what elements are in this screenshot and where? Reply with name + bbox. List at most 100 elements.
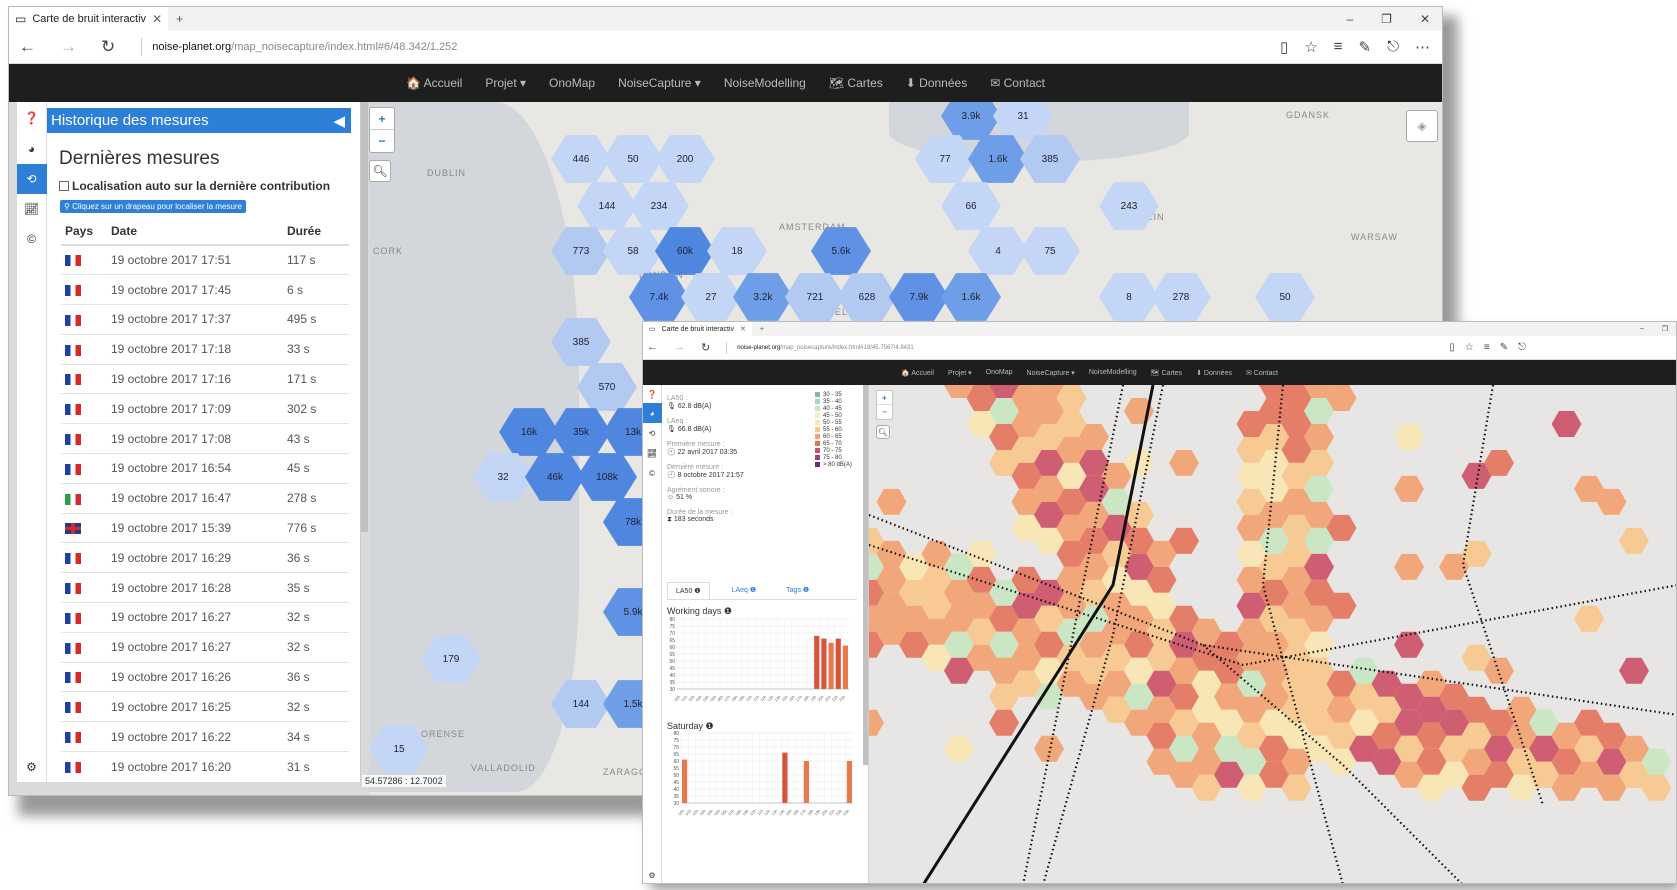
back-icon[interactable]: ←	[19, 37, 36, 57]
share-icon[interactable]: ⎋	[1387, 38, 1399, 56]
share-icon-2[interactable]: ⎋	[1518, 342, 1526, 353]
history-tab-icon[interactable]: ⟲	[16, 164, 47, 194]
zoom-in-button-2[interactable]: +	[876, 391, 893, 405]
table-row[interactable]: 19 octobre 2017 17:08 43 s	[61, 423, 349, 454]
chart-tab-0[interactable]: LA50 ❶	[667, 582, 710, 599]
nav-item-0[interactable]: 🏠 Accueil	[406, 76, 462, 90]
auto-locate-checkbox[interactable]	[59, 181, 69, 191]
url-field-2[interactable]: noise-planet.org/map_noisecapture/index.…	[726, 341, 914, 354]
back-icon-2[interactable]: ←	[647, 341, 658, 354]
forward-icon[interactable]: →	[60, 37, 77, 57]
reading-view-icon[interactable]: ▯	[1280, 38, 1288, 56]
flag-fr-icon[interactable]	[65, 553, 81, 565]
flag-fr-icon[interactable]	[65, 344, 81, 356]
copyright-tab-icon[interactable]: ©	[17, 224, 47, 254]
flag-fr-icon[interactable]	[65, 672, 81, 684]
table-row[interactable]: 19 octobre 2017 16:47 278 s	[61, 482, 349, 514]
close-tab-icon-2[interactable]: ✕	[740, 325, 746, 333]
stats-tab-icon[interactable]: ◕	[17, 134, 47, 164]
zoom-out-button[interactable]: −	[370, 130, 394, 152]
settings-icon[interactable]: ⚙	[17, 752, 47, 782]
table-row[interactable]: 19 octobre 2017 16:54 45 s	[61, 453, 349, 484]
history-tab-icon-2[interactable]: ⟲	[643, 423, 662, 443]
table-row[interactable]: 19 octobre 2017 16:25 32 s	[61, 691, 349, 722]
settings-icon-2[interactable]: ⚙	[643, 865, 662, 883]
table-row[interactable]: 19 octobre 2017 17:51 117 s	[61, 244, 349, 275]
hub-icon[interactable]: ≡	[1334, 38, 1343, 56]
search-button-2[interactable]: 🔍︎	[876, 425, 890, 439]
flag-fr-icon[interactable]	[65, 463, 81, 475]
table-row[interactable]: 19 octobre 2017 16:28 35 s	[61, 572, 349, 603]
flag-fr-icon[interactable]	[65, 374, 81, 386]
copyright-tab-icon-2[interactable]: ©	[643, 463, 662, 483]
table-row[interactable]: 19 octobre 2017 17:16 171 s	[61, 363, 349, 394]
table-row[interactable]: 19 octobre 2017 16:27 32 s	[61, 602, 349, 633]
table-row[interactable]: 19 octobre 2017 16:29 36 s	[61, 542, 349, 573]
minimize-icon[interactable]: –	[1346, 12, 1353, 26]
flag-fr-icon[interactable]	[65, 255, 81, 267]
chart-tab-icon-2[interactable]: 📈︎	[643, 443, 662, 463]
favorite-star-icon[interactable]: ☆	[1304, 38, 1317, 56]
table-row[interactable]: 19 octobre 2017 16:27 32 s	[61, 631, 349, 663]
flag-gb-icon[interactable]	[65, 523, 81, 535]
panel-scrollbar-2[interactable]	[863, 385, 868, 765]
table-row[interactable]: 19 octobre 2017 16:20 31 s	[61, 751, 349, 782]
table-row[interactable]: 19 octobre 2017 17:45 6 s	[61, 274, 349, 305]
flag-fr-icon[interactable]	[65, 762, 81, 774]
flag-fr-icon[interactable]	[65, 582, 81, 594]
chart-tab-2[interactable]: Tags ❶	[778, 582, 818, 599]
nav-item-4[interactable]: NoiseModelling	[1089, 369, 1137, 376]
flag-fr-icon[interactable]	[65, 404, 81, 416]
nav-item-4[interactable]: NoiseModelling	[724, 76, 806, 90]
info-tab-icon[interactable]: ❓	[17, 102, 47, 134]
flag-fr-icon[interactable]	[65, 285, 81, 297]
zoom-out-button-2[interactable]: −	[877, 405, 893, 419]
map-city[interactable]: + − 🔍︎ ❓ ◕ ⟲ 📈︎ © ⚙ LA50 : 🎙 62.8 dB(A) LA…	[643, 385, 1676, 883]
table-row[interactable]: 19 octobre 2017 16:26 36 s	[61, 661, 349, 692]
notes-icon[interactable]: ✎	[1359, 38, 1372, 56]
table-row[interactable]: 19 octobre 2017 17:09 302 s	[61, 393, 349, 424]
nav-item-2[interactable]: OnoMap	[549, 76, 595, 90]
flag-fr-icon[interactable]	[65, 612, 81, 624]
flag-fr-icon[interactable]	[65, 434, 81, 445]
browser-tab[interactable]: ▭ Carte de bruit interactiv ✕	[9, 7, 169, 31]
zoom-in-button[interactable]: +	[370, 108, 394, 130]
url-field[interactable]: noise-planet.org/map_noisecapture/index.…	[141, 38, 457, 56]
nav-item-1[interactable]: Projet ▾	[485, 76, 526, 90]
new-tab-icon[interactable]: +	[176, 12, 183, 26]
flag-fr-icon[interactable]	[65, 642, 81, 654]
forward-icon-2[interactable]: →	[674, 341, 685, 354]
table-row[interactable]: 19 octobre 2017 16:22 34 s	[61, 721, 349, 752]
more-icon[interactable]: ⋯	[1415, 38, 1430, 56]
chart-tab-icon[interactable]: 📈︎	[17, 194, 47, 224]
table-row[interactable]: 19 octobre 2017 17:37 495 s	[61, 304, 349, 335]
table-row[interactable]: 19 octobre 2017 15:39 776 s	[61, 512, 349, 543]
nav-item-2[interactable]: OnoMap	[986, 369, 1013, 376]
info-tab-icon-2[interactable]: ❓	[643, 385, 662, 403]
browser-tab-2[interactable]: ▭ Carte de bruit interactiv ✕	[643, 322, 752, 336]
close-tab-icon[interactable]: ✕	[152, 12, 162, 26]
nav-item-3[interactable]: NoiseCapture ▾	[1027, 369, 1075, 377]
hub-icon-2[interactable]: ≡	[1484, 342, 1490, 353]
restore-icon-2[interactable]: ❐	[1662, 325, 1668, 333]
auto-locate-option[interactable]: Localisation auto sur la dernière contri…	[59, 179, 330, 193]
flag-fr-icon[interactable]	[65, 702, 81, 714]
table-row[interactable]: 19 octobre 2017 17:18 33 s	[61, 333, 349, 365]
search-button[interactable]: 🔍︎	[369, 160, 391, 182]
nav-item-7[interactable]: ✉ Contact	[990, 76, 1045, 90]
flag-fr-icon[interactable]	[65, 731, 81, 743]
flag-fr-icon[interactable]	[65, 314, 81, 326]
collapse-panel-icon[interactable]: ◀	[333, 112, 345, 130]
nav-item-6[interactable]: ⬇ Données	[1196, 369, 1232, 377]
new-tab-icon-2[interactable]: +	[760, 326, 764, 333]
notes-icon-2[interactable]: ✎	[1500, 342, 1508, 353]
nav-item-3[interactable]: NoiseCapture ▾	[618, 76, 701, 90]
panel-scrollbar[interactable]	[361, 102, 368, 532]
favorite-star-icon-2[interactable]: ☆	[1465, 342, 1474, 353]
nav-item-5[interactable]: 🗺 Cartes	[1151, 369, 1182, 377]
nav-item-5[interactable]: 🗺 Cartes	[829, 76, 883, 90]
chart-tab-1[interactable]: LAeq ❶	[723, 582, 765, 599]
restore-icon[interactable]: ❐	[1381, 12, 1392, 26]
layers-button[interactable]: ◈	[1406, 110, 1438, 142]
flag-it-icon[interactable]	[65, 493, 81, 505]
